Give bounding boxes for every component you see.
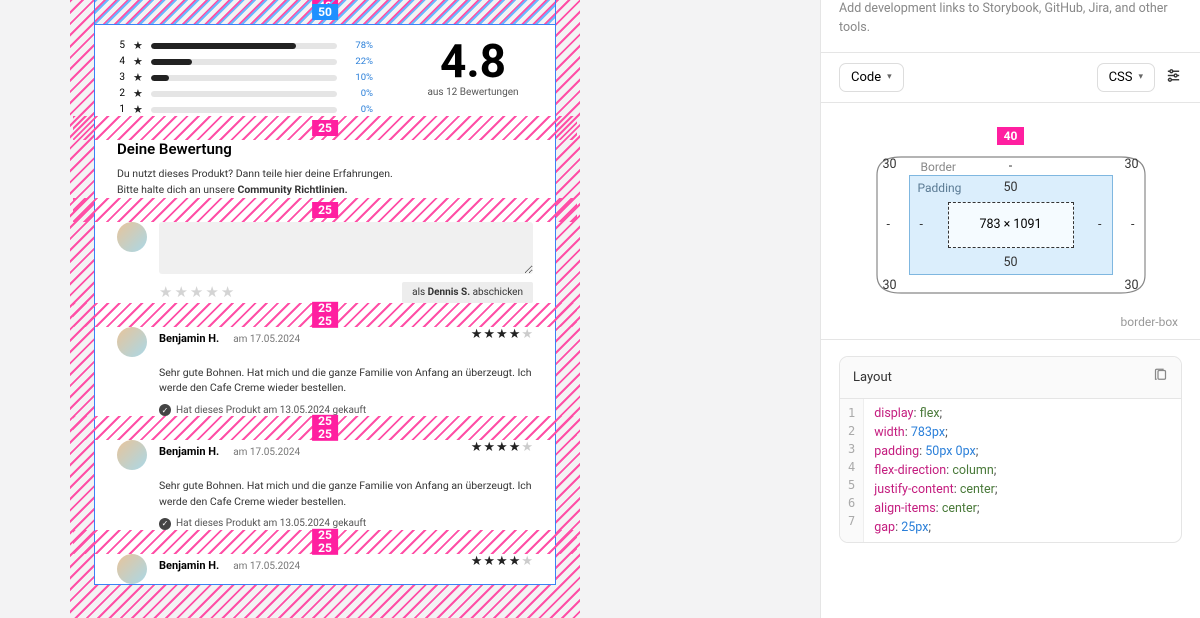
css-code[interactable]: display: flex;width: 783px;padding: 50px… <box>864 399 1007 542</box>
spacing-badge: 25 <box>312 202 338 218</box>
review-textarea[interactable] <box>159 222 533 274</box>
code-dropdown[interactable]: Code▾ <box>839 63 904 92</box>
review-stars: ★★★★★ <box>471 440 533 455</box>
box-sizing-label: border-box <box>1117 305 1182 329</box>
star-icon: ★ <box>133 87 143 100</box>
gap-overlay: 2525 <box>73 303 577 327</box>
rating-input-stars[interactable]: ★★★★★ <box>159 283 234 301</box>
your-rating-section: Deine Bewertung Du nutzt dieses Produkt?… <box>95 140 555 198</box>
rating-bar-row: 4★22% <box>117 55 373 68</box>
avatar <box>117 554 147 584</box>
average-score: 4.8 <box>413 39 533 85</box>
chevron-down-icon: ▾ <box>887 72 892 82</box>
review-stars: ★★★★★ <box>471 327 533 342</box>
reviewer-name: Benjamin H. <box>159 332 219 345</box>
spacing-badge: 2525 <box>312 528 338 554</box>
spacing-badge: 2525 <box>312 415 338 441</box>
rating-bar-row: 5★78% <box>117 39 373 52</box>
review-stars: ★★★★★ <box>471 554 533 569</box>
avatar <box>117 222 147 252</box>
review-body: Sehr gute Bohnen. Hat mich und die ganze… <box>159 478 533 510</box>
review-date: am 17.05.2024 <box>233 447 300 458</box>
verified-purchase: ✓Hat dieses Produkt am 13.05.2024 gekauf… <box>159 518 533 530</box>
rating-bar-row: 1★0% <box>117 103 373 116</box>
spacing-badge: 25 <box>312 120 338 136</box>
gap-overlay: 25 <box>73 116 577 140</box>
score-subtitle: aus 12 Bewertungen <box>413 87 533 98</box>
design-canvas[interactable]: 40 50 5★78%4★22%3★10%2★0%1★0% 4.8 aus 12… <box>0 0 820 618</box>
community-guidelines-link[interactable]: Community Richtlinien. <box>237 183 347 196</box>
check-icon: ✓ <box>159 404 171 416</box>
padding-box: Padding 50 50 - - 783 × 1091 <box>909 175 1113 275</box>
review-item: Benjamin H. am 17.05.2024 ★★★★★ Sehr gute B… <box>95 440 555 530</box>
reviewer-name: Benjamin H. <box>159 559 219 572</box>
rating-bar-row: 2★0% <box>117 87 373 100</box>
gap-overlay: 2525 <box>73 416 577 440</box>
gap-overlay: 2525 <box>73 530 577 554</box>
chevron-down-icon: ▾ <box>1138 72 1143 82</box>
review-item: Benjamin H. am 17.05.2024 ★★★★★ Sehr gute B… <box>95 327 555 417</box>
submit-review-button[interactable]: als Dennis S. abschicken <box>402 282 533 303</box>
star-icon: ★ <box>133 103 143 116</box>
css-code-panel: Layout 1234567 display: flex;width: 783p… <box>839 356 1182 543</box>
reviewer-name: Benjamin H. <box>159 445 219 458</box>
check-icon: ✓ <box>159 518 171 530</box>
star-icon: ★ <box>133 71 143 84</box>
dev-links-hint: Add development links to Storybook, GitH… <box>821 0 1200 52</box>
spacing-badge: 40 <box>997 127 1025 145</box>
spacing-badge: 50 <box>312 4 338 20</box>
avatar <box>117 440 147 470</box>
gap-overlay: 25 <box>73 198 577 222</box>
spacing-badge: 2525 <box>312 301 338 327</box>
your-rating-text: Du nutzt dieses Produkt? Dann teile hier… <box>117 166 533 198</box>
review-item: Benjamin H. am 17.05.2024 ★★★★★ <box>95 554 555 584</box>
content-box: 783 × 1091 <box>948 202 1074 248</box>
rating-summary: 5★78% 4★22% 3★10% 2★0% 1★0% 4.8 aus 12 Bewer… <box>117 25 533 116</box>
review-date: am 17.05.2024 <box>233 334 300 345</box>
your-rating-title: Deine Bewertung <box>117 140 533 158</box>
css-dropdown[interactable]: CSS▾ <box>1097 63 1155 92</box>
layout-section-title: Layout <box>853 370 892 385</box>
selected-frame[interactable]: 5★78% 4★22% 3★10% 2★0% 1★0% 4.8 aus 12 Bewer… <box>94 24 556 585</box>
border-label: Border <box>921 160 956 174</box>
padding-overlay-top: 50 <box>94 0 556 24</box>
settings-icon[interactable] <box>1165 67 1182 88</box>
avatar <box>117 327 147 357</box>
box-model-diagram: 40 Border - 30 30 30 30 - - Padding 50 5… <box>821 103 1200 340</box>
inspector-sidebar: Add development links to Storybook, GitH… <box>820 0 1200 618</box>
clipboard-icon[interactable] <box>1153 368 1168 387</box>
star-icon: ★ <box>133 55 143 68</box>
rating-bar-row: 3★10% <box>117 71 373 84</box>
star-icon: ★ <box>133 39 143 52</box>
write-review: ★★★★★ als Dennis S. abschicken <box>95 222 555 303</box>
verified-purchase: ✓Hat dieses Produkt am 13.05.2024 gekauf… <box>159 404 533 416</box>
review-body: Sehr gute Bohnen. Hat mich und die ganze… <box>159 365 533 397</box>
review-date: am 17.05.2024 <box>233 561 300 572</box>
